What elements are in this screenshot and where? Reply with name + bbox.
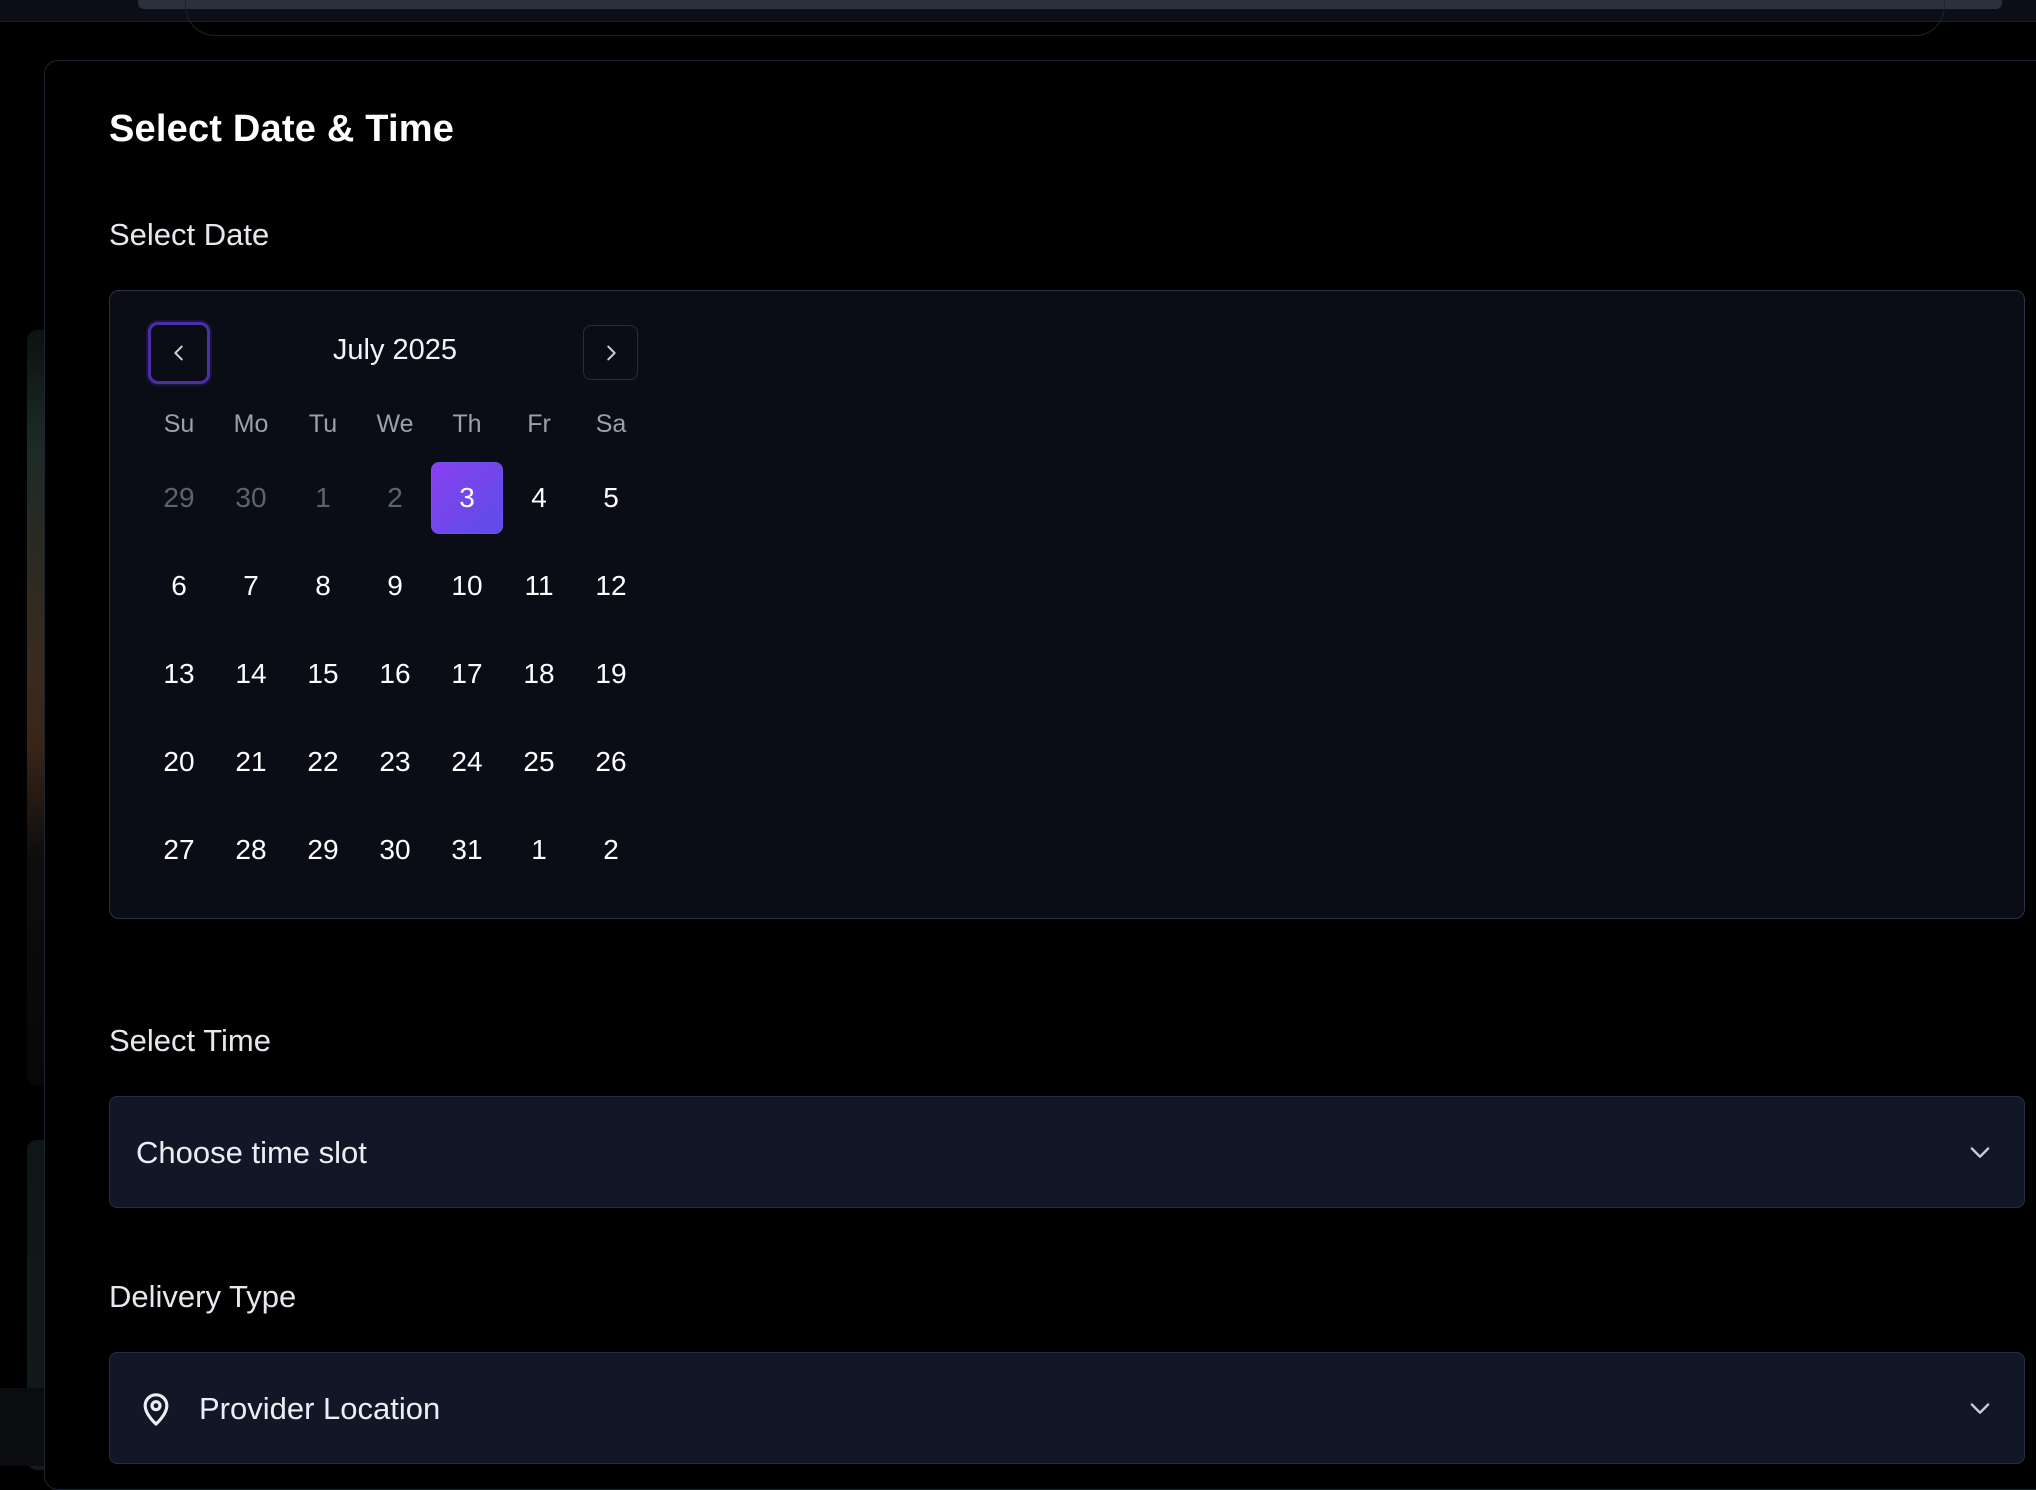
calendar-month-label: July 2025 xyxy=(332,334,458,366)
delivery-type-select[interactable]: Provider Location xyxy=(109,1352,2025,1464)
background-shade xyxy=(0,1388,44,1466)
next-month-button[interactable] xyxy=(583,325,638,380)
calendar-day[interactable]: 25 xyxy=(503,726,575,798)
chevron-down-icon xyxy=(1970,1147,1990,1158)
calendar-day[interactable]: 29 xyxy=(287,814,359,886)
calendar-day[interactable]: 24 xyxy=(431,726,503,798)
calendar-day[interactable]: 29 xyxy=(143,462,215,534)
select-date-label: Select Date xyxy=(109,217,270,252)
calendar-day[interactable]: 9 xyxy=(359,550,431,622)
weekday-label: Tu xyxy=(308,410,338,438)
calendar-day[interactable]: 2 xyxy=(359,462,431,534)
calendar-day[interactable]: 4 xyxy=(503,462,575,534)
calendar-day[interactable]: 11 xyxy=(503,550,575,622)
delivery-type-label: Delivery Type xyxy=(109,1279,297,1314)
calendar-day-selected[interactable]: 3 xyxy=(431,462,503,534)
weekday-label: Th xyxy=(452,410,482,438)
calendar-day[interactable]: 21 xyxy=(215,726,287,798)
chevron-left-icon xyxy=(174,345,183,361)
calendar-day[interactable]: 1 xyxy=(503,814,575,886)
calendar-day[interactable]: 31 xyxy=(431,814,503,886)
calendar-day[interactable]: 13 xyxy=(143,638,215,710)
calendar-day[interactable]: 22 xyxy=(287,726,359,798)
calendar-day[interactable]: 20 xyxy=(143,726,215,798)
calendar-day[interactable]: 16 xyxy=(359,638,431,710)
calendar-day[interactable]: 14 xyxy=(215,638,287,710)
calendar-day[interactable]: 19 xyxy=(575,638,647,710)
delivery-type-value: Provider Location xyxy=(199,1391,441,1426)
chevron-right-icon xyxy=(606,345,616,360)
time-slot-select[interactable]: Choose time slot xyxy=(109,1096,2025,1208)
time-slot-placeholder: Choose time slot xyxy=(136,1135,367,1170)
weekday-label: Fr xyxy=(527,410,551,438)
chevron-down-icon xyxy=(1970,1403,1990,1414)
calendar-day[interactable]: 26 xyxy=(575,726,647,798)
map-pin-icon xyxy=(143,1393,169,1426)
weekday-label: Su xyxy=(163,410,195,438)
calendar-day[interactable]: 2 xyxy=(575,814,647,886)
calendar-day[interactable]: 30 xyxy=(215,462,287,534)
calendar-day[interactable]: 15 xyxy=(287,638,359,710)
calendar-day[interactable]: 5 xyxy=(575,462,647,534)
calendar-day[interactable]: 30 xyxy=(359,814,431,886)
calendar-day[interactable]: 1 xyxy=(287,462,359,534)
calendar-day[interactable]: 8 xyxy=(287,550,359,622)
calendar-day[interactable]: 10 xyxy=(431,550,503,622)
calendar-day[interactable]: 27 xyxy=(143,814,215,886)
page-title: Select Date & Time xyxy=(109,108,455,150)
calendar-day[interactable]: 17 xyxy=(431,638,503,710)
calendar-day[interactable]: 12 xyxy=(575,550,647,622)
previous-month-button[interactable] xyxy=(148,322,210,384)
calendar-day[interactable]: 7 xyxy=(215,550,287,622)
weekday-label: Mo xyxy=(233,410,269,438)
weekday-label: We xyxy=(376,410,414,438)
calendar-day[interactable]: 18 xyxy=(503,638,575,710)
calendar-day[interactable]: 28 xyxy=(215,814,287,886)
top-bar-edge xyxy=(185,0,1945,36)
calendar-day[interactable]: 6 xyxy=(143,550,215,622)
select-time-label: Select Time xyxy=(109,1023,271,1058)
weekday-label: Sa xyxy=(595,410,627,438)
calendar-day[interactable]: 23 xyxy=(359,726,431,798)
